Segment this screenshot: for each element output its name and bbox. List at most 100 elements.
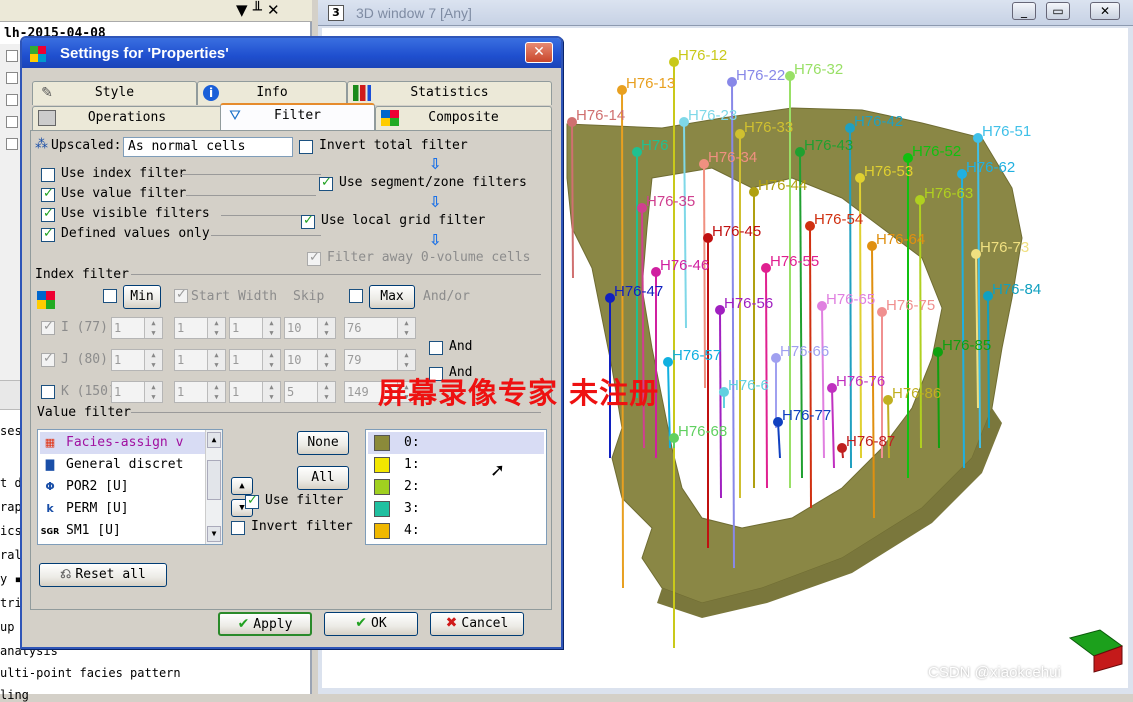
- property-item[interactable]: ▦ Facies-assign v: [40, 432, 205, 454]
- well-label: H76-52: [912, 143, 961, 160]
- k-skip-spinner[interactable]: 5 ▲ ▼: [284, 381, 336, 403]
- close-window-button[interactable]: ✕: [1090, 2, 1120, 20]
- k-min-spinner[interactable]: 1 ▲ ▼: [111, 381, 163, 403]
- scroll-thumb[interactable]: [207, 460, 221, 500]
- well-trajectory[interactable]: [987, 295, 990, 429]
- property-item[interactable]: k PERM [U]: [40, 498, 128, 520]
- tab-composite[interactable]: Composite: [375, 106, 552, 130]
- tree-item[interactable]: rap: [0, 500, 22, 514]
- max-button[interactable]: Max: [369, 285, 415, 309]
- well-label: H76-12: [678, 47, 727, 64]
- invert-total-checkbox[interactable]: [299, 140, 313, 154]
- property-scrollbar[interactable]: ▲ ▼: [205, 430, 222, 544]
- well-label: H76-77: [782, 407, 831, 424]
- tree-item[interactable]: ses: [0, 424, 22, 438]
- tab-style[interactable]: ✎ Style: [32, 81, 197, 105]
- tab-info[interactable]: i Info: [197, 81, 347, 105]
- apply-button[interactable]: ✔ Apply: [218, 612, 312, 636]
- reset-all-button[interactable]: ⎌ Reset all: [39, 563, 167, 587]
- k-checkbox[interactable]: [41, 385, 55, 399]
- dialog-close-button[interactable]: ✕: [525, 42, 553, 63]
- compass-widget[interactable]: [1068, 629, 1124, 673]
- tree-item[interactable]: ling: [0, 688, 29, 702]
- i-max-spinner[interactable]: 76 ▲ ▼: [344, 317, 416, 339]
- tree-item[interactable]: tri: [0, 596, 22, 610]
- well-label: H76-55: [770, 253, 819, 270]
- tree-item[interactable]: ulti-point facies pattern: [0, 666, 181, 680]
- scroll-down-icon[interactable]: ▼: [207, 526, 221, 542]
- k-start-spinner[interactable]: 1 ▲ ▼: [174, 381, 226, 403]
- properties-icon: [30, 46, 46, 62]
- i-start-spinner[interactable]: 1 ▲ ▼: [174, 317, 226, 339]
- tree-item[interactable]: ral: [0, 548, 22, 562]
- all-button[interactable]: All: [297, 466, 349, 490]
- value-item[interactable]: 4:: [368, 520, 420, 542]
- j-checkbox[interactable]: [41, 351, 55, 367]
- watermark-text: CSDN @xiaokcehui: [928, 664, 1061, 681]
- use-local-checkbox[interactable]: [301, 213, 315, 229]
- color-swatch: [374, 500, 390, 517]
- tree-checkbox[interactable]: [6, 94, 18, 106]
- i-min-spinner[interactable]: 1 ▲ ▼: [111, 317, 163, 339]
- tree-checkbox[interactable]: [6, 116, 18, 128]
- tab-statistics[interactable]: Statistics: [347, 81, 552, 105]
- well-trajectory[interactable]: [571, 121, 574, 279]
- property-item[interactable]: ▇ General discret: [40, 454, 184, 476]
- value-item[interactable]: 0:: [368, 432, 544, 454]
- use-visible-checkbox[interactable]: [41, 206, 55, 222]
- scroll-up-icon[interactable]: ▲: [207, 432, 221, 448]
- j-start-spinner[interactable]: 1 ▲ ▼: [174, 349, 226, 371]
- index-filter-heading: Index filter: [35, 267, 129, 282]
- tree-checkbox[interactable]: [6, 50, 18, 62]
- i-skip-spinner[interactable]: 10 ▲ ▼: [284, 317, 336, 339]
- j-width-spinner[interactable]: 1 ▲ ▼: [229, 349, 281, 371]
- maximize-button[interactable]: ▭: [1046, 2, 1070, 20]
- ok-button[interactable]: ✔ OK: [324, 612, 418, 636]
- max-checkbox[interactable]: [349, 289, 363, 303]
- j-max-spinner[interactable]: 79 ▲ ▼: [344, 349, 416, 371]
- none-button[interactable]: None: [297, 431, 349, 455]
- minimize-button[interactable]: _: [1012, 2, 1036, 20]
- tree-item[interactable]: y ▪: [0, 572, 22, 586]
- defined-only-checkbox[interactable]: [41, 226, 55, 242]
- value-item[interactable]: 2:: [368, 476, 420, 498]
- start-checkbox[interactable]: [174, 287, 188, 303]
- i-checkbox[interactable]: [41, 319, 55, 335]
- pane-controls[interactable]: ▼ ╨ ✕: [236, 1, 280, 19]
- value-list[interactable]: 0: 1: 2: 3: 4: ➚: [365, 429, 547, 545]
- tab-operations[interactable]: Operations: [32, 106, 222, 130]
- invert-filter-checkbox[interactable]: [231, 521, 245, 535]
- i-width-spinner[interactable]: 1 ▲ ▼: [229, 317, 281, 339]
- tree-item[interactable]: t d: [0, 476, 22, 490]
- min-button[interactable]: Min: [123, 285, 161, 309]
- use-index-checkbox[interactable]: [41, 168, 55, 182]
- well-label: H76-6: [728, 377, 769, 394]
- property-item[interactable]: Φ POR2 [U]: [40, 476, 128, 498]
- value-item[interactable]: 1:: [368, 454, 420, 476]
- cancel-button[interactable]: ✖ Cancel: [430, 612, 524, 636]
- start-width-label: Start Width: [191, 289, 278, 304]
- property-list[interactable]: ▦ Facies-assign v ▇ General discret Φ POR2 …: [37, 429, 223, 545]
- filter-away-checkbox[interactable]: [307, 250, 321, 266]
- tree-item[interactable]: up: [0, 620, 14, 634]
- and-checkbox[interactable]: [429, 341, 443, 355]
- well-label: H76-47: [614, 283, 663, 300]
- j-min-spinner[interactable]: 1 ▲ ▼: [111, 349, 163, 371]
- tree-checkbox[interactable]: [6, 72, 18, 84]
- min-checkbox[interactable]: [103, 289, 117, 303]
- upscaled-select[interactable]: As normal cells: [123, 137, 293, 157]
- use-segment-checkbox[interactable]: [319, 175, 333, 191]
- use-value-checkbox[interactable]: [41, 186, 55, 202]
- j-skip-spinner[interactable]: 10 ▲ ▼: [284, 349, 336, 371]
- tree-checkbox[interactable]: [6, 138, 18, 150]
- connector-line: [211, 235, 321, 236]
- well-trajectory[interactable]: [719, 309, 722, 499]
- property-item[interactable]: SGR SM1 [U]: [40, 520, 121, 542]
- well-trajectory[interactable]: [621, 89, 624, 589]
- tab-filter[interactable]: ⛛ Filter: [220, 103, 375, 130]
- k-width-spinner[interactable]: 1 ▲ ▼: [229, 381, 281, 403]
- connector-line: [221, 215, 301, 216]
- use-filter-checkbox[interactable]: [245, 493, 259, 509]
- tree-item[interactable]: ics: [0, 524, 22, 538]
- value-item[interactable]: 3:: [368, 498, 420, 520]
